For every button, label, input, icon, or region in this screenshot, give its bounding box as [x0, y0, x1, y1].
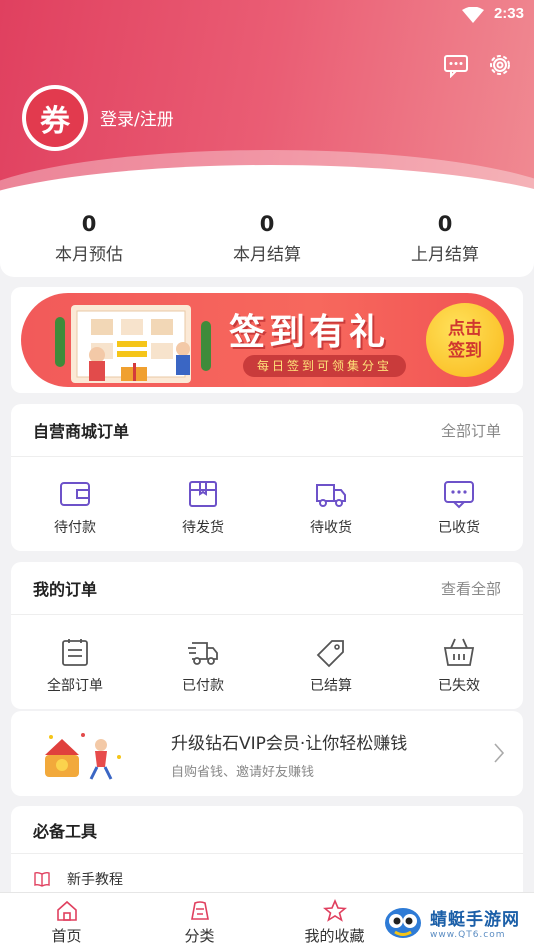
status-time: 2:33: [493, 5, 524, 22]
all-orders-button[interactable]: 全部订单: [11, 615, 139, 709]
status-bar: 2:33: [0, 0, 534, 30]
received-button[interactable]: 已收货: [395, 457, 523, 551]
stat-label: 本月结算: [233, 245, 301, 265]
tab-home[interactable]: 首页: [0, 893, 133, 949]
box-icon: [189, 481, 217, 507]
earnings-stats: 0 本月预估 0 本月结算 0 上月结算: [0, 200, 534, 277]
wallet-icon: [60, 482, 90, 506]
checkin-button-line1: 点击: [448, 319, 482, 339]
status-label: 待收货: [310, 520, 352, 536]
order-label: 全部订单: [47, 678, 103, 694]
pending-payment-button[interactable]: 待付款: [11, 457, 139, 551]
order-type-row: 全部订单 已付款 已结算 已失效: [11, 615, 523, 709]
settled-orders-button[interactable]: 已结算: [267, 615, 395, 709]
tab-label: 我的收藏: [304, 927, 365, 945]
view-all-link[interactable]: 查看全部: [441, 578, 501, 599]
order-label: 已付款: [182, 678, 224, 694]
vip-illustration: [45, 733, 121, 780]
stat-label: 上月结算: [411, 245, 479, 265]
tab-label: 首页: [51, 927, 82, 945]
list-icon: [62, 639, 88, 666]
stat-this-month-estimate[interactable]: 0 本月预估: [0, 200, 178, 277]
card-header: 我的订单 查看全部: [11, 562, 523, 615]
watermark-url: www.QT6.com: [430, 929, 506, 940]
checkin-button-line2: 签到: [448, 341, 482, 361]
watermark: 蜻蜓手游网 www.QT6.com: [380, 898, 528, 946]
checkin-banner-card: 签到有礼 每日签到可领集分宝 点击 签到: [11, 287, 523, 393]
category-icon: [190, 901, 209, 920]
banner-title: 签到有礼: [229, 312, 390, 353]
checkin-banner[interactable]: 签到有礼 每日签到可领集分宝 点击 签到: [21, 293, 514, 387]
tool-label: 新手教程: [67, 872, 123, 888]
watermark-text: 蜻蜓手游网 www.QT6.com: [430, 905, 520, 940]
tools-header: 必备工具: [11, 806, 523, 854]
banner-subtitle: 每日签到可领集分宝: [243, 355, 407, 377]
paid-orders-button[interactable]: 已付款: [139, 615, 267, 709]
chevron-right-icon: [494, 743, 505, 763]
card-title: 自营商城订单: [33, 422, 130, 441]
essential-tools-card: 必备工具 新手教程: [11, 806, 523, 906]
tab-category[interactable]: 分类: [133, 893, 266, 949]
status-label: 已收货: [438, 520, 480, 536]
star-icon: [322, 899, 347, 922]
tab-label: 分类: [184, 927, 215, 945]
order-label: 已结算: [310, 678, 352, 694]
vip-upgrade-card[interactable]: 升级钻石VIP会员·让你轻松赚钱 自购省钱、邀请好友赚钱: [11, 711, 523, 796]
stat-label: 本月预估: [55, 245, 123, 265]
message-icon[interactable]: [443, 52, 469, 78]
vip-subtitle: 自购省钱、邀请好友赚钱: [171, 765, 315, 780]
avatar-logo: 券: [26, 89, 84, 147]
self-mall-orders-card: 自营商城订单 全部订单 待付款 待发货 待收货 已收货: [11, 404, 523, 551]
truck-icon: [316, 484, 346, 507]
order-label: 已失效: [438, 678, 480, 694]
tools-title: 必备工具: [33, 821, 98, 841]
tag-icon: [316, 640, 344, 668]
expired-orders-button[interactable]: 已失效: [395, 615, 523, 709]
checkin-button[interactable]: 点击 签到: [426, 303, 504, 377]
stat-value: 0: [81, 212, 97, 236]
checkin-illustration: [55, 305, 211, 383]
stat-value: 0: [259, 212, 275, 236]
gear-icon[interactable]: [487, 52, 513, 78]
order-status-row: 待付款 待发货 待收货 已收货: [11, 457, 523, 551]
status-label: 待付款: [54, 520, 96, 536]
stat-last-month-settled[interactable]: 0 上月结算: [356, 200, 534, 277]
stat-value: 0: [437, 212, 453, 236]
avatar[interactable]: 券: [22, 85, 88, 151]
login-register-link[interactable]: 登录/注册: [100, 105, 174, 130]
home-icon: [56, 900, 77, 921]
dragonfly-logo-icon: [385, 908, 421, 938]
stat-this-month-settled[interactable]: 0 本月结算: [178, 200, 356, 277]
all-orders-link[interactable]: 全部订单: [441, 420, 501, 441]
status-label: 待发货: [182, 520, 224, 536]
book-icon: [34, 871, 50, 887]
card-header: 自营商城订单 全部订单: [11, 404, 523, 457]
basket-icon: [443, 638, 475, 666]
pending-shipment-button[interactable]: 待发货: [139, 457, 267, 551]
vip-title: 升级钻石VIP会员·让你轻松赚钱: [171, 734, 408, 754]
pending-receipt-button[interactable]: 待收货: [267, 457, 395, 551]
card-title: 我的订单: [33, 580, 98, 599]
delivery-icon: [188, 642, 218, 665]
chat-check-icon: [444, 481, 474, 509]
watermark-title: 蜻蜓手游网: [430, 909, 520, 930]
my-orders-card: 我的订单 查看全部 全部订单 已付款 已结算 已失效: [11, 562, 523, 709]
wifi-icon: [462, 7, 484, 23]
